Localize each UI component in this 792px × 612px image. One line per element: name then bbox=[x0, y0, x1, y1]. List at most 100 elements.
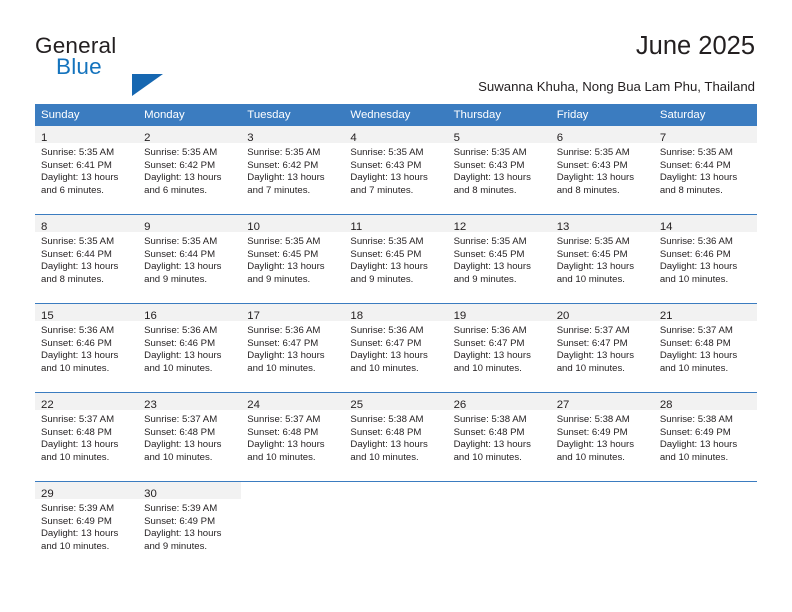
daylight-text: Daylight: 13 hours and 10 minutes. bbox=[41, 350, 119, 374]
calendar-day-cell[interactable]: 11 Sunrise: 5:35 AM Sunset: 6:45 PM Dayl… bbox=[344, 214, 448, 304]
sunset-text: Sunset: 6:43 PM bbox=[350, 159, 422, 171]
sunrise-text: Sunrise: 5:35 AM bbox=[350, 236, 424, 247]
daylight-text: Daylight: 13 hours and 7 minutes. bbox=[247, 172, 325, 196]
calendar-day-cell[interactable]: 29 Sunrise: 5:39 AM Sunset: 6:49 PM Dayl… bbox=[35, 481, 139, 570]
calendar-day-cell[interactable]: 1 Sunrise: 5:35 AM Sunset: 6:41 PM Dayli… bbox=[35, 125, 139, 215]
daylight-text: Daylight: 13 hours and 10 minutes. bbox=[453, 439, 531, 463]
day-details: Sunrise: 5:38 AM Sunset: 6:49 PM Dayligh… bbox=[654, 410, 757, 464]
sunset-text: Sunset: 6:48 PM bbox=[350, 426, 422, 438]
daylight-text: Daylight: 13 hours and 8 minutes. bbox=[556, 172, 635, 196]
triangle-icon bbox=[132, 74, 163, 96]
day-number: 5 bbox=[453, 132, 460, 144]
day-cell-inner: 23 Sunrise: 5:37 AM Sunset: 6:48 PM Dayl… bbox=[138, 393, 242, 481]
daylight-text: Daylight: 13 hours and 6 minutes. bbox=[144, 172, 222, 196]
day-cell-inner: 14 Sunrise: 5:36 AM Sunset: 6:46 PM Dayl… bbox=[653, 215, 757, 303]
calendar-day-cell[interactable]: 21 Sunrise: 5:37 AM Sunset: 6:48 PM Dayl… bbox=[653, 303, 757, 393]
day-details: Sunrise: 5:35 AM Sunset: 6:45 PM Dayligh… bbox=[448, 232, 551, 286]
day-details: Sunrise: 5:35 AM Sunset: 6:45 PM Dayligh… bbox=[344, 232, 447, 286]
day-details: Sunrise: 5:38 AM Sunset: 6:48 PM Dayligh… bbox=[448, 410, 551, 464]
calendar-day-cell[interactable]: 22 Sunrise: 5:37 AM Sunset: 6:48 PM Dayl… bbox=[35, 392, 139, 482]
sunset-text: Sunset: 6:44 PM bbox=[659, 159, 731, 171]
day-details: Sunrise: 5:36 AM Sunset: 6:46 PM Dayligh… bbox=[138, 321, 241, 375]
calendar-day-cell[interactable]: 19 Sunrise: 5:36 AM Sunset: 6:47 PM Dayl… bbox=[447, 303, 551, 393]
calendar-day-cell[interactable]: 24 Sunrise: 5:37 AM Sunset: 6:48 PM Dayl… bbox=[241, 392, 345, 482]
daylight-text: Daylight: 13 hours and 10 minutes. bbox=[556, 261, 635, 285]
calendar-day-cell[interactable]: 20 Sunrise: 5:37 AM Sunset: 6:47 PM Dayl… bbox=[550, 303, 654, 393]
day-details: Sunrise: 5:35 AM Sunset: 6:44 PM Dayligh… bbox=[35, 232, 138, 286]
sunset-text: Sunset: 6:47 PM bbox=[556, 337, 628, 349]
day-details: Sunrise: 5:38 AM Sunset: 6:48 PM Dayligh… bbox=[344, 410, 447, 464]
day-details: Sunrise: 5:35 AM Sunset: 6:44 PM Dayligh… bbox=[138, 232, 241, 286]
daylight-text: Daylight: 13 hours and 10 minutes. bbox=[247, 350, 325, 374]
day-number: 25 bbox=[350, 399, 364, 411]
calendar-day-cell[interactable]: 4 Sunrise: 5:35 AM Sunset: 6:43 PM Dayli… bbox=[344, 125, 448, 215]
calendar-day-cell[interactable]: 5 Sunrise: 5:35 AM Sunset: 6:43 PM Dayli… bbox=[447, 125, 551, 215]
day-number: 26 bbox=[453, 399, 467, 411]
day-cell-inner bbox=[344, 482, 447, 570]
day-details: Sunrise: 5:36 AM Sunset: 6:46 PM Dayligh… bbox=[35, 321, 138, 375]
calendar-day-cell[interactable]: 3 Sunrise: 5:35 AM Sunset: 6:42 PM Dayli… bbox=[241, 125, 345, 215]
sunset-text: Sunset: 6:45 PM bbox=[247, 248, 319, 260]
calendar-day-cell[interactable]: 2 Sunrise: 5:35 AM Sunset: 6:42 PM Dayli… bbox=[138, 125, 242, 215]
sunrise-text: Sunrise: 5:39 AM bbox=[144, 503, 218, 514]
day-number-band: 17 bbox=[241, 304, 345, 322]
sunrise-text: Sunrise: 5:35 AM bbox=[144, 147, 218, 158]
day-cell-inner: 9 Sunrise: 5:35 AM Sunset: 6:44 PM Dayli… bbox=[138, 215, 242, 303]
calendar-day-cell[interactable]: 27 Sunrise: 5:38 AM Sunset: 6:49 PM Dayl… bbox=[550, 392, 654, 482]
sunrise-text: Sunrise: 5:35 AM bbox=[350, 147, 424, 158]
calendar-day-cell[interactable]: 26 Sunrise: 5:38 AM Sunset: 6:48 PM Dayl… bbox=[447, 392, 551, 482]
calendar-day-cell[interactable]: 13 Sunrise: 5:35 AM Sunset: 6:45 PM Dayl… bbox=[550, 214, 654, 304]
day-number-band: 30 bbox=[138, 482, 242, 500]
day-cell-inner: 17 Sunrise: 5:36 AM Sunset: 6:47 PM Dayl… bbox=[241, 304, 345, 392]
day-number-band: 23 bbox=[138, 393, 242, 411]
day-cell-inner: 11 Sunrise: 5:35 AM Sunset: 6:45 PM Dayl… bbox=[344, 215, 448, 303]
day-number: 27 bbox=[556, 399, 570, 411]
day-details: Sunrise: 5:37 AM Sunset: 6:48 PM Dayligh… bbox=[138, 410, 241, 464]
daylight-text: Daylight: 13 hours and 10 minutes. bbox=[247, 439, 325, 463]
daylight-text: Daylight: 13 hours and 6 minutes. bbox=[41, 172, 119, 196]
calendar-day-cell[interactable]: 17 Sunrise: 5:36 AM Sunset: 6:47 PM Dayl… bbox=[241, 303, 345, 393]
calendar-day-cell-empty bbox=[241, 481, 345, 570]
calendar-day-cell[interactable]: 28 Sunrise: 5:38 AM Sunset: 6:49 PM Dayl… bbox=[653, 392, 757, 482]
calendar-day-cell[interactable]: 30 Sunrise: 5:39 AM Sunset: 6:49 PM Dayl… bbox=[138, 481, 242, 570]
weekday-header-thursday: Thursday bbox=[447, 104, 551, 126]
general-blue-logo[interactable]: General Blue bbox=[35, 33, 215, 96]
calendar-day-cell[interactable]: 18 Sunrise: 5:36 AM Sunset: 6:47 PM Dayl… bbox=[344, 303, 448, 393]
day-cell-inner bbox=[448, 482, 551, 570]
calendar-page: General Blue June 2025 Suwanna Khuha, No… bbox=[0, 0, 792, 612]
calendar-day-cell[interactable]: 6 Sunrise: 5:35 AM Sunset: 6:43 PM Dayli… bbox=[550, 125, 654, 215]
calendar-day-cell[interactable]: 23 Sunrise: 5:37 AM Sunset: 6:48 PM Dayl… bbox=[138, 392, 242, 482]
day-details: Sunrise: 5:36 AM Sunset: 6:47 PM Dayligh… bbox=[344, 321, 447, 375]
day-details: Sunrise: 5:35 AM Sunset: 6:43 PM Dayligh… bbox=[448, 143, 551, 197]
day-number-band: 5 bbox=[447, 126, 551, 144]
day-cell-inner: 21 Sunrise: 5:37 AM Sunset: 6:48 PM Dayl… bbox=[653, 304, 757, 392]
calendar-day-cell[interactable]: 9 Sunrise: 5:35 AM Sunset: 6:44 PM Dayli… bbox=[138, 214, 242, 304]
sunrise-text: Sunrise: 5:35 AM bbox=[41, 147, 115, 158]
calendar-day-cell[interactable]: 12 Sunrise: 5:35 AM Sunset: 6:45 PM Dayl… bbox=[447, 214, 551, 304]
sunrise-text: Sunrise: 5:37 AM bbox=[144, 414, 218, 425]
day-number: 4 bbox=[350, 132, 357, 144]
calendar-day-cell[interactable]: 7 Sunrise: 5:35 AM Sunset: 6:44 PM Dayli… bbox=[653, 125, 757, 215]
sunset-text: Sunset: 6:49 PM bbox=[556, 426, 628, 438]
day-cell-inner: 13 Sunrise: 5:35 AM Sunset: 6:45 PM Dayl… bbox=[550, 215, 654, 303]
sunrise-text: Sunrise: 5:36 AM bbox=[144, 325, 218, 336]
sunrise-text: Sunrise: 5:39 AM bbox=[41, 503, 115, 514]
calendar-day-cell[interactable]: 14 Sunrise: 5:36 AM Sunset: 6:46 PM Dayl… bbox=[653, 214, 757, 304]
day-number-band: 14 bbox=[653, 215, 757, 233]
daylight-text: Daylight: 13 hours and 10 minutes. bbox=[556, 439, 635, 463]
calendar-day-cell[interactable]: 15 Sunrise: 5:36 AM Sunset: 6:46 PM Dayl… bbox=[35, 303, 139, 393]
calendar-day-cell[interactable]: 16 Sunrise: 5:36 AM Sunset: 6:46 PM Dayl… bbox=[138, 303, 242, 393]
sunrise-text: Sunrise: 5:35 AM bbox=[247, 147, 321, 158]
day-number-band bbox=[241, 482, 344, 499]
calendar-week-row: 15 Sunrise: 5:36 AM Sunset: 6:46 PM Dayl… bbox=[35, 303, 757, 393]
day-details: Sunrise: 5:35 AM Sunset: 6:41 PM Dayligh… bbox=[35, 143, 138, 197]
calendar-day-cell[interactable]: 8 Sunrise: 5:35 AM Sunset: 6:44 PM Dayli… bbox=[35, 214, 139, 304]
calendar-day-cell[interactable]: 10 Sunrise: 5:35 AM Sunset: 6:45 PM Dayl… bbox=[241, 214, 345, 304]
sunrise-text: Sunrise: 5:38 AM bbox=[453, 414, 527, 425]
calendar-day-cell[interactable]: 25 Sunrise: 5:38 AM Sunset: 6:48 PM Dayl… bbox=[344, 392, 448, 482]
sunrise-text: Sunrise: 5:35 AM bbox=[556, 147, 630, 158]
day-cell-inner: 30 Sunrise: 5:39 AM Sunset: 6:49 PM Dayl… bbox=[138, 482, 242, 570]
day-number-band: 2 bbox=[138, 126, 242, 144]
day-cell-inner: 26 Sunrise: 5:38 AM Sunset: 6:48 PM Dayl… bbox=[447, 393, 551, 481]
sunrise-text: Sunrise: 5:35 AM bbox=[659, 147, 733, 158]
